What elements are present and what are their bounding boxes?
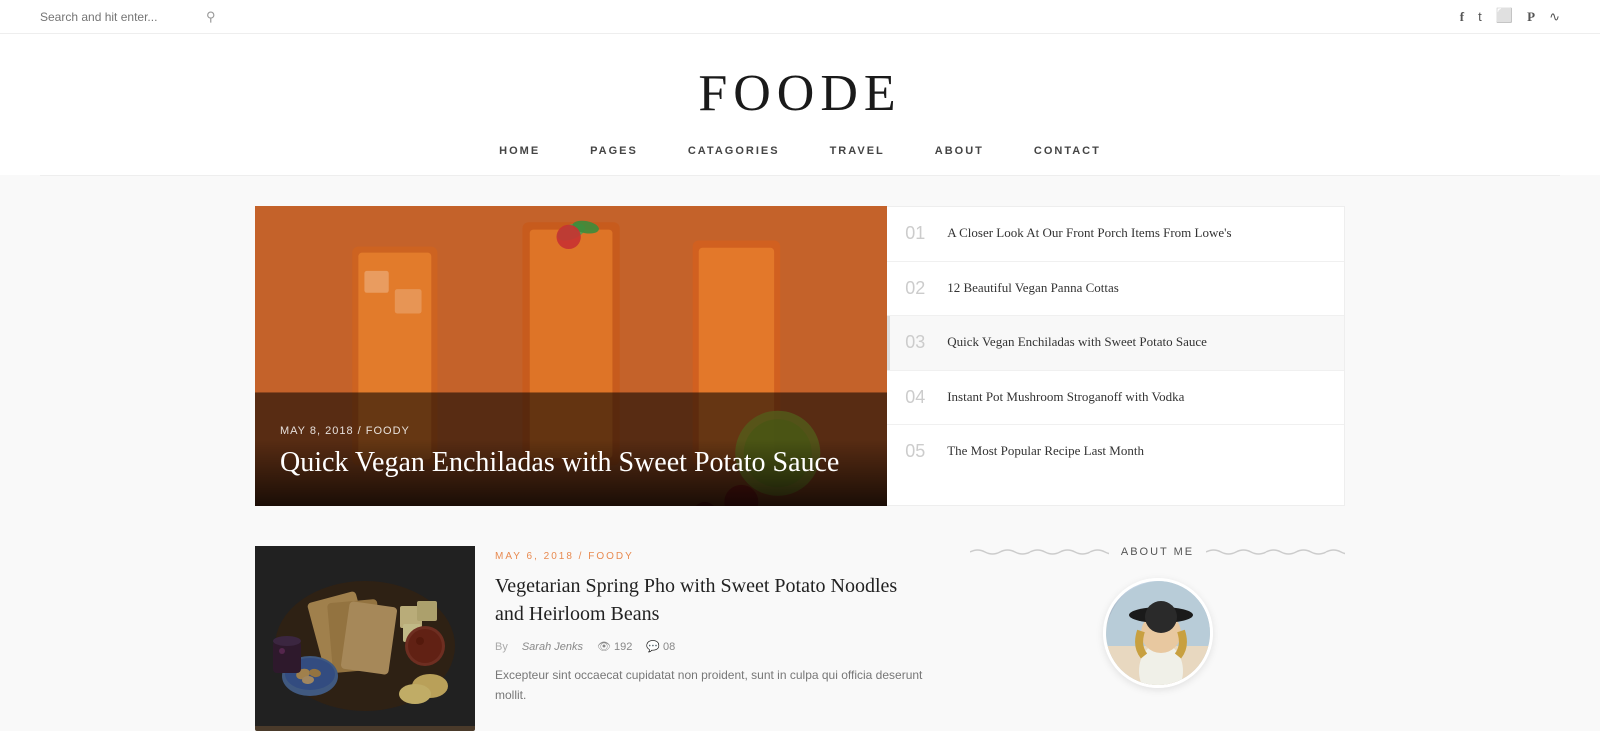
hero-overlay: MAY 8, 2018 / FOODY Quick Vegan Enchilad… xyxy=(255,395,887,506)
hero-title: Quick Vegan Enchiladas with Sweet Potato… xyxy=(280,445,862,481)
sidebar-text-2: 12 Beautiful Vegan Panna Cottas xyxy=(947,278,1119,298)
post-by-label: By xyxy=(495,641,508,653)
post-content: MAY 6, 2018 / FOODY Vegetarian Spring Ph… xyxy=(495,546,930,731)
top-bar: ⚲ f t ⬜ P ∿ xyxy=(0,0,1600,34)
comment-icon: 💬 xyxy=(646,640,660,653)
about-avatar-wrap xyxy=(970,578,1345,688)
sidebar-text-5: The Most Popular Recipe Last Month xyxy=(947,441,1144,461)
sidebar-num-3: 03 xyxy=(905,332,933,354)
post-comments: 💬 08 xyxy=(646,640,675,653)
about-sidebar: ABOUT ME xyxy=(970,546,1345,731)
nav-about[interactable]: ABOUT xyxy=(935,145,984,157)
site-logo: FOODE xyxy=(0,64,1600,123)
search-area: ⚲ xyxy=(40,9,216,25)
comments-count: 08 xyxy=(663,641,675,653)
about-wavy-left xyxy=(970,548,1109,556)
sidebar-text-1: A Closer Look At Our Front Porch Items F… xyxy=(947,223,1231,243)
sidebar-item-5[interactable]: 05 The Most Popular Recipe Last Month xyxy=(887,425,1344,479)
hero-image: MAY 8, 2018 / FOODY Quick Vegan Enchilad… xyxy=(255,206,887,506)
site-header: FOODE xyxy=(0,34,1600,133)
eye-icon: 👁 xyxy=(597,640,611,653)
sidebar-item-4[interactable]: 04 Instant Pot Mushroom Stroganoff with … xyxy=(887,371,1344,426)
sidebar-num-4: 04 xyxy=(905,387,933,409)
nav-contact[interactable]: CONTACT xyxy=(1034,145,1101,157)
avatar-svg xyxy=(1106,581,1213,688)
facebook-icon[interactable]: f xyxy=(1460,9,1464,25)
nav-pages[interactable]: PAGES xyxy=(590,145,638,157)
hero-section: MAY 8, 2018 / FOODY Quick Vegan Enchilad… xyxy=(255,206,1345,506)
sidebar-item-3[interactable]: 03 Quick Vegan Enchiladas with Sweet Pot… xyxy=(887,316,1344,371)
post-title[interactable]: Vegetarian Spring Pho with Sweet Potato … xyxy=(495,572,930,628)
post-views: 👁 192 xyxy=(597,640,632,653)
hero-meta: MAY 8, 2018 / FOODY xyxy=(280,425,862,437)
post-thumbnail[interactable] xyxy=(255,546,475,731)
nav-divider xyxy=(40,175,1560,176)
food-svg xyxy=(255,546,475,726)
twitter-icon[interactable]: t xyxy=(1478,9,1482,24)
post-author-name: Sarah Jenks xyxy=(522,641,583,653)
sidebar-item-2[interactable]: 02 12 Beautiful Vegan Panna Cottas xyxy=(887,262,1344,317)
rss-icon[interactable]: ∿ xyxy=(1549,9,1560,25)
sidebar-text-4: Instant Pot Mushroom Stroganoff with Vod… xyxy=(947,387,1184,407)
main-container: MAY 8, 2018 / FOODY Quick Vegan Enchilad… xyxy=(235,206,1365,731)
nav-home[interactable]: HOME xyxy=(499,145,540,157)
post-author-row: By Sarah Jenks 👁 192 💬 08 xyxy=(495,640,930,653)
post-excerpt: Excepteur sint occaecat cupidatat non pr… xyxy=(495,665,930,706)
lower-section: MAY 6, 2018 / FOODY Vegetarian Spring Ph… xyxy=(255,546,1345,731)
search-input[interactable] xyxy=(40,10,200,24)
sidebar-text-3: Quick Vegan Enchiladas with Sweet Potato… xyxy=(947,332,1207,352)
about-header: ABOUT ME xyxy=(970,546,1345,558)
main-nav: HOME PAGES CATAGORIES TRAVEL ABOUT CONTA… xyxy=(0,133,1600,175)
instagram-icon[interactable]: ⬜ xyxy=(1496,8,1513,25)
social-icons: f t ⬜ P ∿ xyxy=(1460,8,1560,25)
sidebar-num-2: 02 xyxy=(905,278,933,300)
about-title: ABOUT ME xyxy=(1121,546,1194,558)
sidebar-item-1[interactable]: 01 A Closer Look At Our Front Porch Item… xyxy=(887,207,1344,262)
nav-categories[interactable]: CATAGORIES xyxy=(688,145,780,157)
nav-travel[interactable]: TRAVEL xyxy=(830,145,885,157)
sidebar-num-1: 01 xyxy=(905,223,933,245)
search-icon[interactable]: ⚲ xyxy=(206,9,216,25)
hero-image-wrap[interactable]: MAY 8, 2018 / FOODY Quick Vegan Enchilad… xyxy=(255,206,887,506)
about-wavy-right xyxy=(1206,548,1345,556)
about-avatar[interactable] xyxy=(1103,578,1213,688)
post-card: MAY 6, 2018 / FOODY Vegetarian Spring Ph… xyxy=(255,546,930,731)
hero-sidebar: 01 A Closer Look At Our Front Porch Item… xyxy=(887,206,1345,506)
views-count: 192 xyxy=(614,641,632,653)
post-category: MAY 6, 2018 / FOODY xyxy=(495,551,930,562)
sidebar-num-5: 05 xyxy=(905,441,933,463)
pinterest-icon[interactable]: P xyxy=(1527,9,1535,25)
